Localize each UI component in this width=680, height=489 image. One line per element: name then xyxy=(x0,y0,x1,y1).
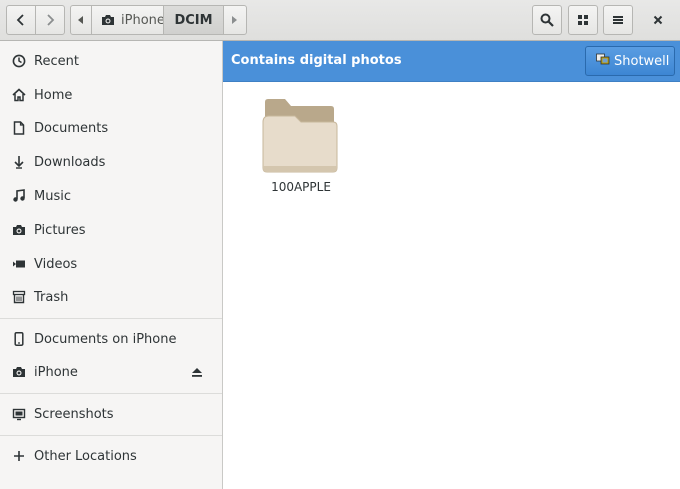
sidebar-item-label: Documents on iPhone xyxy=(34,331,177,347)
sidebar-item-trash[interactable]: Trash xyxy=(0,282,222,312)
path-scroll-right-button[interactable] xyxy=(223,5,247,35)
camera-icon xyxy=(11,222,27,238)
sidebar-item-videos[interactable]: Videos xyxy=(0,249,222,279)
home-icon xyxy=(11,87,27,103)
close-icon xyxy=(653,15,663,25)
sidebar-item-label: Screenshots xyxy=(34,406,114,422)
path-bar: iPhone DCIM xyxy=(70,5,247,35)
sidebar-item-label: Downloads xyxy=(34,154,106,170)
download-icon xyxy=(11,154,27,170)
sidebar-item-downloads[interactable]: Downloads xyxy=(0,147,222,177)
sidebar-item-label: Other Locations xyxy=(34,448,137,464)
eject-icon[interactable] xyxy=(190,365,204,379)
sidebar-item-label: iPhone xyxy=(34,364,78,380)
camera-icon xyxy=(11,364,27,380)
folder-icon xyxy=(261,96,341,180)
sidebar: Recent Home Documents Downloads Music Pi… xyxy=(0,41,223,489)
path-segment-label: iPhone xyxy=(121,12,165,28)
plus-icon xyxy=(11,448,27,464)
info-bar: Contains digital photos Shotwell xyxy=(223,41,680,82)
close-window-button[interactable] xyxy=(645,8,671,32)
info-bar-message: Contains digital photos xyxy=(231,53,402,68)
document-icon xyxy=(11,120,27,136)
path-scroll-left-button[interactable] xyxy=(70,5,92,35)
chevron-left-icon xyxy=(16,14,26,26)
open-with-shotwell-button[interactable]: Shotwell xyxy=(585,46,675,76)
file-name: 100APPLE xyxy=(271,180,331,194)
file-item[interactable]: 100APPLE xyxy=(253,96,349,196)
sidebar-separator xyxy=(0,435,222,436)
sidebar-item-iphone[interactable]: iPhone xyxy=(0,357,222,387)
search-button[interactable] xyxy=(532,5,562,35)
path-segment-dcim[interactable]: DCIM xyxy=(163,5,224,35)
sidebar-item-label: Recent xyxy=(34,53,79,69)
back-button[interactable] xyxy=(6,5,36,35)
search-icon xyxy=(540,13,554,27)
video-icon xyxy=(11,256,27,272)
music-icon xyxy=(11,188,27,204)
sidebar-item-recent[interactable]: Recent xyxy=(0,46,222,76)
sidebar-item-screenshots[interactable]: Screenshots xyxy=(0,399,222,429)
sidebar-item-label: Music xyxy=(34,188,71,204)
sidebar-separator xyxy=(0,393,222,394)
triangle-left-icon xyxy=(78,16,84,24)
sidebar-item-home[interactable]: Home xyxy=(0,80,222,110)
shotwell-button-label: Shotwell xyxy=(614,53,670,69)
sidebar-item-label: Videos xyxy=(34,256,78,272)
view-toggle-button[interactable] xyxy=(568,5,598,35)
forward-button[interactable] xyxy=(35,5,65,35)
path-segment-label: DCIM xyxy=(174,12,213,28)
sidebar-item-label: Documents xyxy=(34,120,109,136)
clock-icon xyxy=(11,53,27,69)
folder-icon xyxy=(11,406,27,422)
sidebar-item-label: Trash xyxy=(34,289,69,305)
trash-icon xyxy=(11,289,27,305)
menu-button[interactable] xyxy=(603,5,633,35)
header-bar: iPhone DCIM xyxy=(0,0,680,41)
hamburger-menu-icon xyxy=(612,14,624,26)
triangle-right-icon xyxy=(232,16,238,24)
navigation-buttons xyxy=(6,5,65,35)
path-segment-iphone[interactable]: iPhone xyxy=(91,5,165,35)
camera-icon xyxy=(101,14,115,26)
phone-icon xyxy=(11,331,27,347)
chevron-right-icon xyxy=(45,14,55,26)
sidebar-item-music[interactable]: Music xyxy=(0,181,222,211)
sidebar-separator xyxy=(0,318,222,319)
sidebar-item-label: Home xyxy=(34,87,73,103)
sidebar-item-documents[interactable]: Documents xyxy=(0,113,222,143)
sidebar-item-other-locations[interactable]: Other Locations xyxy=(0,441,222,471)
grid-view-icon xyxy=(577,14,589,26)
sidebar-item-label: Pictures xyxy=(34,222,86,238)
sidebar-item-pictures[interactable]: Pictures xyxy=(0,215,222,245)
shotwell-icon xyxy=(596,52,610,70)
sidebar-item-documents-on-iphone[interactable]: Documents on iPhone xyxy=(0,324,222,354)
file-view: 100APPLE xyxy=(223,82,680,489)
